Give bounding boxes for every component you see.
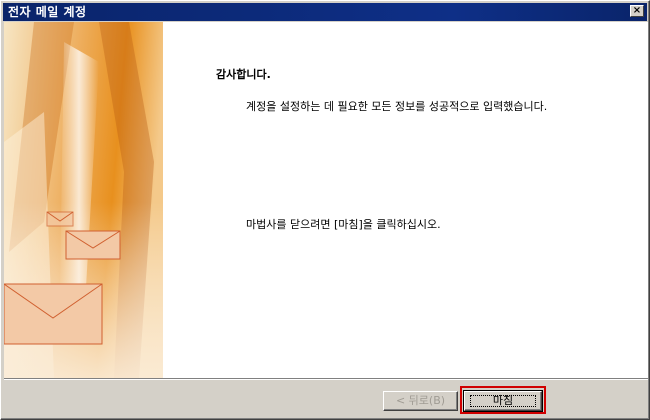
back-button[interactable]: < 뒤로(B) (383, 391, 458, 411)
focus-rectangle (470, 395, 536, 407)
close-icon: × (632, 5, 642, 16)
email-banner-art (4, 22, 163, 378)
window-title: 전자 메일 계정 (8, 5, 87, 19)
wizard-content: 감사합니다. 계정을 설정하는 데 필요한 모든 정보를 성공적으로 입력했습니… (4, 22, 648, 378)
close-button[interactable]: × (630, 5, 644, 17)
finish-instruction: 마법사를 닫으려면 [마침]을 클릭하십시오. (246, 218, 441, 231)
back-button-label: < 뒤로(B) (395, 394, 446, 407)
title-bar[interactable]: 전자 메일 계정 × (3, 3, 647, 21)
thanks-heading: 감사합니다. (216, 68, 271, 81)
finish-button[interactable]: 마침 (464, 391, 542, 411)
footer-divider (4, 378, 648, 380)
success-message: 계정을 설정하는 데 필요한 모든 정보를 성공적으로 입력했습니다. (246, 100, 548, 113)
wizard-window: 전자 메일 계정 × 감사합니다. 계정을 설정하는 데 필요한 모든 정보를 … (0, 0, 650, 420)
